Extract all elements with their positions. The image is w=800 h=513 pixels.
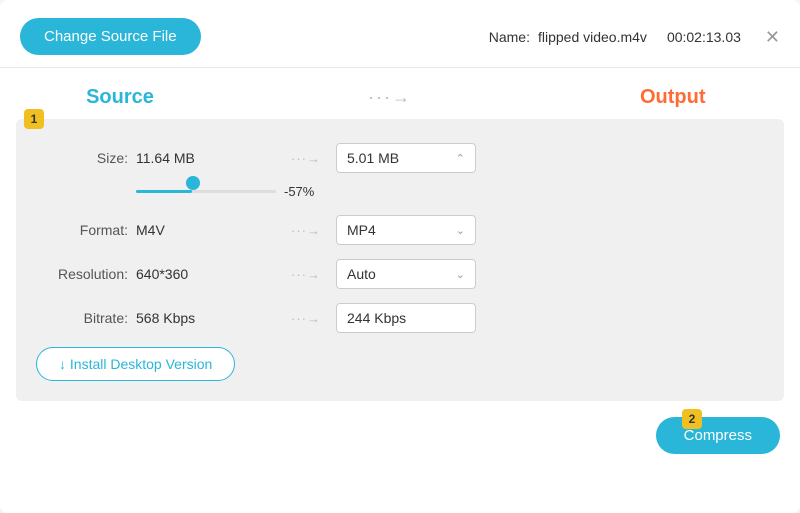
size-row: Size: 11.64 MB ···→ 5.01 MB ⌃ [36, 143, 764, 173]
size-arrow: ···→ [276, 151, 336, 166]
slider-fill [136, 190, 192, 193]
resolution-row: Resolution: 640*360 ···→ Auto ⌄ [36, 259, 764, 289]
bitrate-label: Bitrate: [36, 310, 136, 326]
resolution-output: Auto ⌄ [336, 259, 764, 289]
header: Change Source File Name: flipped video.m… [0, 0, 800, 68]
property-rows: Size: 11.64 MB ···→ 5.01 MB ⌃ [36, 143, 764, 333]
resolution-chevron-icon: ⌄ [456, 268, 465, 281]
bitrate-source-value: 568 Kbps [136, 310, 276, 326]
bitrate-output-value: 244 Kbps [336, 303, 476, 333]
source-output-header: Source ···→ Output [0, 68, 800, 119]
size-source-value: 11.64 MB [136, 150, 276, 166]
bitrate-row: Bitrate: 568 Kbps ···→ 244 Kbps [36, 303, 764, 333]
name-label: Name: [489, 29, 530, 45]
size-dropdown[interactable]: 5.01 MB ⌃ [336, 143, 476, 173]
duration: 00:02:13.03 [667, 29, 741, 45]
format-output-value: MP4 [347, 222, 376, 238]
filename: flipped video.m4v [538, 29, 647, 45]
resolution-source-value: 640*360 [136, 266, 276, 282]
bitrate-output: 244 Kbps [336, 303, 764, 333]
format-chevron-icon: ⌄ [456, 224, 465, 237]
slider-track [136, 190, 276, 193]
format-output: MP4 ⌄ [336, 215, 764, 245]
resolution-dropdown[interactable]: Auto ⌄ [336, 259, 476, 289]
file-info: Name: flipped video.m4v 00:02:13.03 ✕ [489, 28, 780, 46]
size-chevron-icon: ⌃ [456, 152, 465, 165]
output-label: Output [600, 86, 740, 109]
resolution-output-value: Auto [347, 266, 376, 282]
direction-arrow: ···→ [180, 87, 600, 108]
size-slider[interactable] [136, 181, 276, 201]
size-label: Size: [36, 150, 136, 166]
bitrate-arrow: ···→ [276, 311, 336, 326]
slider-row: -57% [36, 181, 764, 201]
footer: 2 Compress [0, 401, 800, 470]
install-desktop-button[interactable]: ↓ Install Desktop Version [36, 347, 235, 381]
badge-2: 2 [682, 409, 702, 429]
slider-thumb[interactable] [186, 176, 200, 190]
format-dropdown[interactable]: MP4 ⌄ [336, 215, 476, 245]
main-window: Change Source File Name: flipped video.m… [0, 0, 800, 513]
format-arrow: ···→ [276, 223, 336, 238]
slider-percentage: -57% [284, 184, 314, 199]
change-source-button[interactable]: Change Source File [20, 18, 201, 55]
format-label: Format: [36, 222, 136, 238]
format-source-value: M4V [136, 222, 276, 238]
badge-1: 1 [24, 109, 44, 129]
format-row: Format: M4V ···→ MP4 ⌄ [36, 215, 764, 245]
content-panel: 1 Size: 11.64 MB ···→ 5.01 MB ⌃ [16, 119, 784, 401]
resolution-arrow: ···→ [276, 267, 336, 282]
source-label: Source [60, 86, 180, 109]
size-output-value: 5.01 MB [347, 150, 399, 166]
compress-button[interactable]: Compress [656, 417, 780, 454]
resolution-label: Resolution: [36, 266, 136, 282]
size-output: 5.01 MB ⌃ [336, 143, 764, 173]
close-button[interactable]: ✕ [765, 28, 780, 46]
